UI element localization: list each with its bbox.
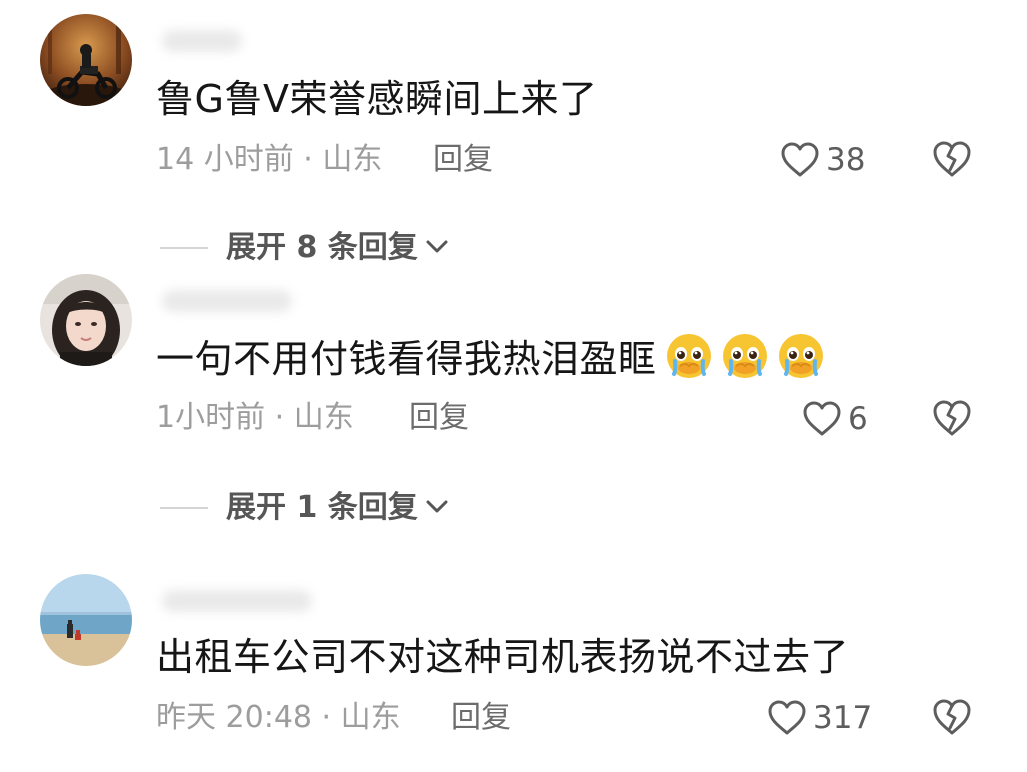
comment-text: 出租车公司不对这种司机表扬说不过去了 [156, 632, 849, 682]
broken-heart-icon [932, 141, 972, 182]
username-blurred[interactable] [162, 30, 242, 52]
broken-heart-icon [932, 400, 972, 441]
comment-text: 一句不用付钱看得我热泪盈眶 [156, 332, 825, 384]
comment-text-content: 一句不用付钱看得我热泪盈眶 [156, 337, 657, 381]
dislike-button[interactable] [932, 140, 972, 180]
like-button[interactable]: 317 [767, 696, 872, 740]
divider-line [160, 247, 208, 249]
chevron-down-icon [424, 236, 450, 260]
like-count: 6 [848, 401, 868, 437]
pleading-crying-face-emoji [777, 332, 825, 380]
reply-button[interactable]: 回复 [433, 140, 493, 180]
heart-outline-icon [802, 401, 842, 437]
dislike-button[interactable] [932, 399, 972, 439]
avatar[interactable] [40, 574, 132, 666]
comment-text-content: 出租车公司不对这种司机表扬说不过去了 [156, 635, 850, 679]
username-blurred[interactable] [162, 590, 312, 612]
reply-button[interactable]: 回复 [409, 398, 469, 438]
chevron-down-icon [424, 496, 450, 520]
like-button[interactable]: 38 [780, 138, 865, 182]
pleading-crying-face-emoji [665, 332, 713, 380]
comment-meta: 14 小时前 · 山东 [156, 142, 383, 177]
comment-meta: 昨天 20:48 · 山东 [156, 700, 401, 735]
comment-text-content: 鲁G鲁V荣誉感瞬间上来了 [156, 77, 598, 121]
comment-meta: 1小时前 · 山东 [156, 400, 354, 435]
heart-outline-icon [767, 700, 807, 736]
reply-button[interactable]: 回复 [451, 698, 511, 738]
heart-outline-icon [780, 142, 820, 178]
expand-replies-button[interactable]: 展开 8 条回复 [160, 226, 450, 270]
pleading-crying-face-emoji [721, 332, 769, 380]
like-count: 38 [826, 142, 866, 178]
expand-replies-button[interactable]: 展开 1 条回复 [160, 486, 450, 530]
broken-heart-icon [932, 699, 972, 740]
username-blurred[interactable] [162, 290, 292, 312]
avatar[interactable] [40, 274, 132, 366]
avatar[interactable] [40, 14, 132, 106]
divider-line [160, 507, 208, 509]
like-count: 317 [813, 700, 873, 736]
dislike-button[interactable] [932, 698, 972, 738]
like-button[interactable]: 6 [802, 397, 868, 441]
comment-text: 鲁G鲁V荣誉感瞬间上来了 [156, 74, 597, 124]
expand-replies-label: 展开 8 条回复 [226, 230, 418, 265]
expand-replies-label: 展开 1 条回复 [226, 490, 418, 525]
